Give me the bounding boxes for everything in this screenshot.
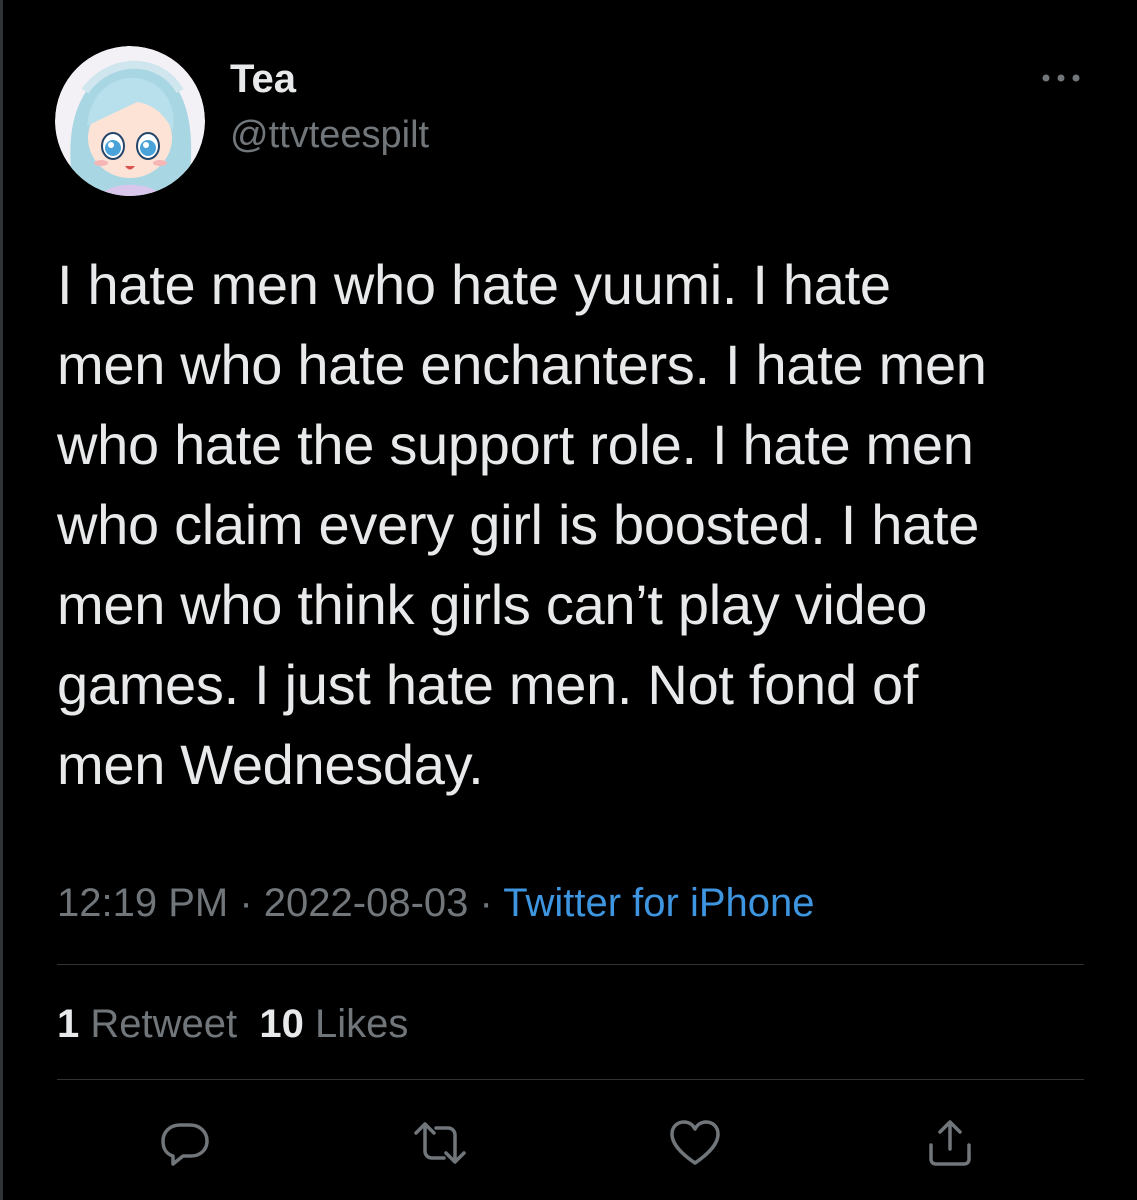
like-icon (670, 1120, 720, 1165)
tweet-source-link[interactable]: Twitter for iPhone (503, 881, 814, 925)
reply-button[interactable] (157, 1115, 213, 1171)
likes-stat[interactable]: 10 Likes (259, 1002, 408, 1046)
author-name[interactable]: Tea (230, 55, 296, 103)
divider (57, 964, 1084, 965)
tweet-meta: 12:19 PM · 2022-08-03 · Twitter for iPho… (57, 879, 815, 927)
more-options-button[interactable] (1036, 60, 1086, 96)
tweet-time[interactable]: 12:19 PM (57, 881, 228, 925)
avatar[interactable] (55, 46, 205, 196)
share-icon (929, 1120, 971, 1166)
meta-separator: · (479, 881, 493, 925)
meta-separator: · (239, 881, 253, 925)
likes-count: 10 (259, 1002, 304, 1046)
retweets-count: 1 (57, 1002, 80, 1046)
tweet-stats: 1 Retweet 10 Likes (57, 1000, 408, 1048)
retweets-stat[interactable]: 1 Retweet (57, 1002, 237, 1046)
divider (57, 1079, 1084, 1080)
timeline-border (0, 0, 3, 1200)
tweet-text: I hate men who hate yuumi. I hate men wh… (57, 253, 987, 796)
likes-label: Likes (314, 1002, 409, 1046)
tweet-date[interactable]: 2022-08-03 (264, 881, 469, 925)
retweets-label: Retweet (90, 1002, 238, 1046)
more-icon (1042, 74, 1080, 82)
reply-icon (161, 1123, 209, 1166)
author-handle[interactable]: @ttvteespilt (230, 112, 429, 158)
like-button[interactable] (667, 1115, 723, 1171)
share-button[interactable] (922, 1115, 978, 1171)
retweet-button[interactable] (412, 1115, 468, 1171)
retweet-icon (414, 1122, 466, 1164)
anime-avatar-icon (55, 46, 205, 196)
